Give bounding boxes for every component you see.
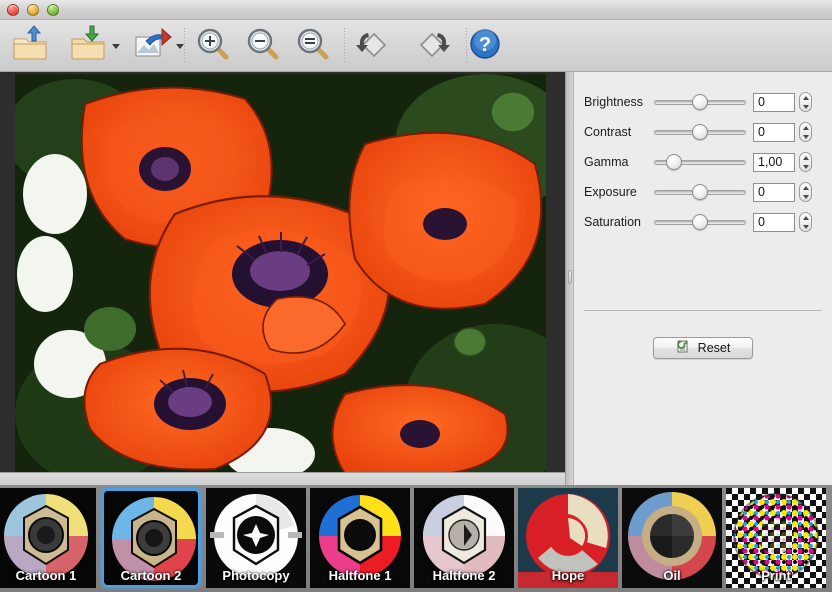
filter-thumb-haltfone-2[interactable]: Haltfone 2 bbox=[414, 488, 514, 588]
filter-thumb-cartoon-1[interactable]: Cartoon 1 bbox=[0, 488, 96, 588]
exposure-label: Exposure bbox=[584, 185, 637, 199]
exposure-slider[interactable] bbox=[654, 182, 746, 202]
adjustment-row-saturation: Saturation bbox=[574, 211, 832, 233]
thumb-image bbox=[101, 488, 201, 588]
filter-filmstrip[interactable]: Cartoon 1 Cartoon 2 Photocopy Haltfone 1… bbox=[0, 485, 832, 592]
gamma-stepper[interactable] bbox=[799, 152, 812, 172]
filter-thumb-hope[interactable]: Hope bbox=[518, 488, 618, 588]
reset-row: Reset bbox=[574, 337, 832, 359]
saturation-label: Saturation bbox=[584, 215, 641, 229]
slider-thumb[interactable] bbox=[692, 184, 708, 200]
gamma-label: Gamma bbox=[584, 155, 629, 169]
rotate-right-button[interactable] bbox=[414, 26, 452, 66]
image-share-arrow-icon bbox=[132, 25, 172, 68]
svg-text:?: ? bbox=[479, 34, 491, 56]
canvas-footer bbox=[0, 472, 565, 485]
filter-thumb-oil[interactable]: Oil bbox=[622, 488, 722, 588]
filter-thumb-cartoon-2[interactable]: Cartoon 2 bbox=[101, 488, 201, 588]
chevron-down-icon[interactable] bbox=[112, 43, 120, 49]
minimize-button[interactable] bbox=[27, 4, 39, 16]
thumb-image bbox=[206, 488, 306, 588]
reset-button[interactable]: Reset bbox=[653, 337, 753, 359]
save-button[interactable] bbox=[68, 25, 120, 68]
adjustments-panel: Brightness Contrast Gamma bbox=[574, 72, 832, 485]
magnifier-minus-icon bbox=[244, 25, 282, 68]
thumb-image bbox=[726, 488, 826, 588]
filter-thumb-haltfone-1[interactable]: Haltfone 1 bbox=[310, 488, 410, 588]
exposure-input[interactable] bbox=[753, 182, 795, 202]
adjustment-row-contrast: Contrast bbox=[574, 121, 832, 143]
slider-thumb[interactable] bbox=[692, 214, 708, 230]
contrast-label: Contrast bbox=[584, 125, 632, 139]
thumb-image bbox=[622, 488, 722, 588]
filter-thumb-print[interactable]: Print bbox=[726, 488, 826, 588]
splitter-grip[interactable] bbox=[568, 270, 572, 284]
rotate-left-icon bbox=[354, 25, 392, 68]
brightness-stepper[interactable] bbox=[799, 92, 812, 112]
brightness-slider[interactable] bbox=[654, 92, 746, 112]
toolbar-separator bbox=[344, 28, 345, 64]
rotate-right-icon bbox=[414, 25, 452, 68]
toolbar-separator bbox=[184, 28, 185, 64]
preview-image bbox=[15, 74, 546, 474]
gamma-slider[interactable] bbox=[654, 152, 746, 172]
zoom-in-button[interactable] bbox=[194, 26, 232, 66]
app-window: ? Brightness 0 Contrast 0 Gamma 1,00 Exp… bbox=[0, 0, 832, 592]
saturation-stepper[interactable] bbox=[799, 212, 812, 232]
question-mark-icon: ? bbox=[466, 25, 504, 68]
reset-document-icon bbox=[676, 339, 691, 357]
zoom-fit-button[interactable] bbox=[294, 26, 332, 66]
saturation-input[interactable] bbox=[753, 212, 795, 232]
panel-divider bbox=[584, 310, 822, 311]
thumb-image bbox=[0, 488, 96, 588]
slider-thumb[interactable] bbox=[692, 124, 708, 140]
maximize-button[interactable] bbox=[47, 4, 59, 16]
slider-thumb[interactable] bbox=[666, 154, 683, 170]
help-button[interactable]: ? bbox=[466, 26, 504, 66]
contrast-slider[interactable] bbox=[654, 122, 746, 142]
contrast-input[interactable] bbox=[753, 122, 795, 142]
adjustment-row-exposure: Exposure bbox=[574, 181, 832, 203]
open-button[interactable] bbox=[10, 24, 50, 68]
adjustment-row-brightness: Brightness bbox=[574, 91, 832, 113]
zoom-out-button[interactable] bbox=[244, 26, 282, 66]
chevron-down-icon[interactable] bbox=[176, 43, 184, 49]
exposure-stepper[interactable] bbox=[799, 182, 812, 202]
brightness-input[interactable] bbox=[753, 92, 795, 112]
export-button[interactable] bbox=[132, 26, 184, 66]
contrast-stepper[interactable] bbox=[799, 122, 812, 142]
saturation-slider[interactable] bbox=[654, 212, 746, 232]
slider-thumb[interactable] bbox=[692, 94, 708, 110]
magnifier-plus-icon bbox=[194, 25, 232, 68]
thumb-image bbox=[518, 488, 618, 588]
panel-splitter[interactable] bbox=[565, 72, 574, 485]
title-bar bbox=[0, 0, 832, 20]
image-canvas[interactable] bbox=[0, 72, 565, 480]
toolbar: ? bbox=[0, 20, 832, 72]
folder-down-arrow-icon bbox=[68, 25, 108, 68]
reset-button-label: Reset bbox=[697, 341, 731, 355]
window-controls bbox=[7, 4, 59, 16]
magnifier-equal-icon bbox=[294, 25, 332, 68]
folder-up-arrow-icon bbox=[10, 24, 50, 68]
brightness-label: Brightness bbox=[584, 95, 644, 109]
filter-thumb-photocopy[interactable]: Photocopy bbox=[206, 488, 306, 588]
gamma-input[interactable] bbox=[753, 152, 795, 172]
adjustment-row-gamma: Gamma bbox=[574, 151, 832, 173]
thumb-image bbox=[310, 488, 410, 588]
rotate-left-button[interactable] bbox=[354, 26, 392, 66]
thumb-image bbox=[414, 488, 514, 588]
close-button[interactable] bbox=[7, 4, 19, 16]
